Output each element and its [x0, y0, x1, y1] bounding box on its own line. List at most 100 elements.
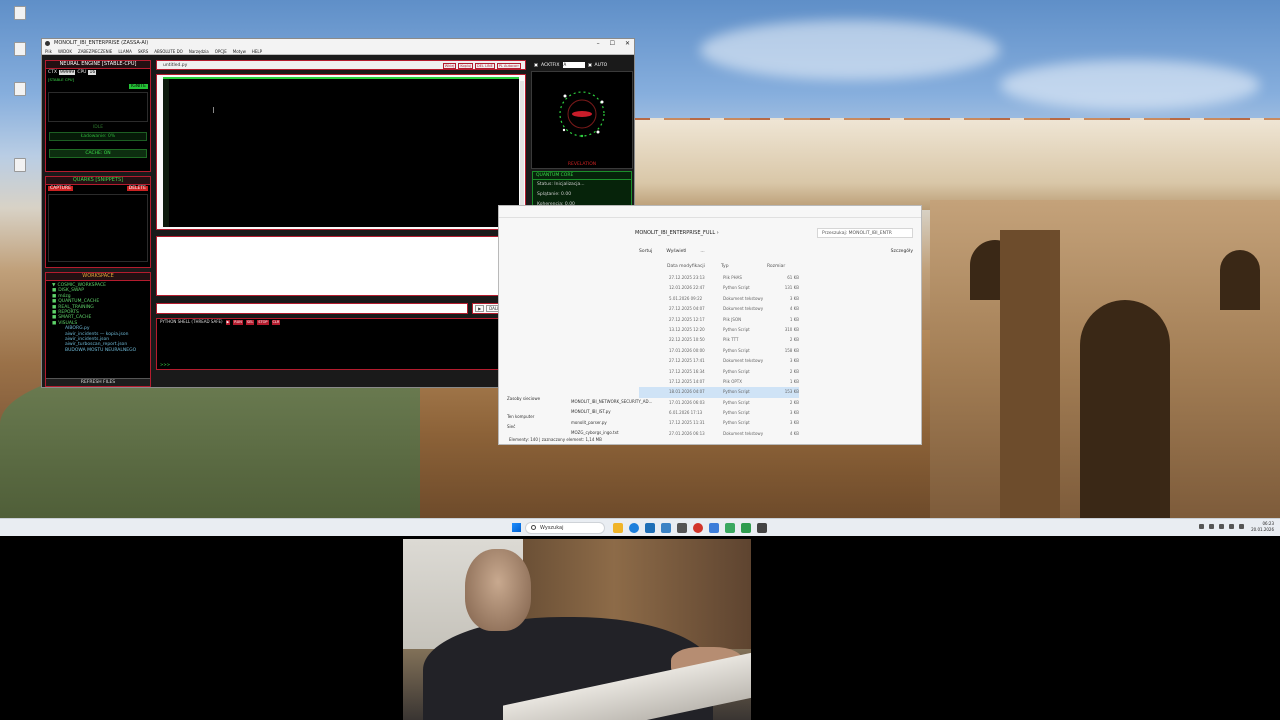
output-area[interactable] [156, 236, 526, 296]
nav-item[interactable]: Ten komputer [507, 412, 540, 422]
code-editor[interactable] [156, 74, 526, 230]
file-row[interactable]: 17.01.2026 06:03 Python Script 2 KB [639, 398, 799, 408]
menu-item[interactable]: ZABEZPIECZENIE [78, 48, 112, 54]
file-name[interactable]: monolit_parser.py [571, 418, 652, 428]
file-size-cell: 3 KB [789, 410, 799, 416]
activefix-field[interactable]: A [562, 62, 585, 68]
edge-taskbar-icon[interactable] [629, 523, 639, 533]
start-button[interactable] [512, 523, 521, 532]
more-button[interactable]: ... [700, 249, 704, 254]
vscode-taskbar-icon[interactable] [709, 523, 719, 533]
desktop-icon[interactable] [5, 6, 35, 22]
copy-button[interactable]: Kopiuj [458, 63, 474, 69]
col-size[interactable]: Rozmiar [767, 264, 797, 269]
file-explorer-taskbar-icon[interactable] [613, 523, 623, 533]
shell-play-button[interactable]: ▶ [225, 319, 231, 325]
file-row[interactable]: 13.12.2025 12:20 Python Script 310 KB [639, 325, 799, 335]
nav-item[interactable]: Zasoby sieciowe [507, 394, 540, 404]
file-row[interactable]: 17.12.2025 16:34 Python Script 2 KB [639, 367, 799, 377]
monolit-taskbar-icon[interactable] [757, 523, 767, 533]
file-row[interactable]: 27.01.2026 06:13 Dokument tekstowy 4 KB [639, 429, 799, 439]
refresh-files-button[interactable]: REFRESH FILES [46, 378, 150, 386]
app-taskbar-icon[interactable] [661, 523, 671, 533]
nav-item[interactable]: Sieć [507, 422, 540, 432]
app-taskbar-icon[interactable] [645, 523, 655, 533]
workspace-item[interactable]: BUDOWA MOSTU NEURALNEGO [49, 348, 147, 353]
file-row[interactable]: 6.01.2026 17:13 Python Script 3 KB [639, 408, 799, 418]
capture-button[interactable]: CAPTURE [48, 186, 73, 191]
cpu-input[interactable]: 16 [88, 70, 97, 75]
command-input[interactable] [156, 302, 469, 314]
address-bar[interactable]: MONOLIT_IBI_ENTERPRISE_FULL › [635, 230, 719, 236]
view-button[interactable]: Wyświetl [666, 249, 686, 254]
desktop-icon[interactable] [5, 42, 35, 58]
tray-app-icon[interactable] [1219, 524, 1224, 529]
minimize-button[interactable]: – [597, 39, 600, 48]
menu-item[interactable]: Motyw [233, 48, 246, 54]
volume-icon[interactable] [1239, 524, 1244, 529]
delete-button[interactable]: DELETE [126, 186, 148, 191]
menu-item[interactable]: SKRS [138, 48, 148, 54]
cache-status[interactable]: CACHE: ON [49, 149, 147, 158]
menu-item[interactable]: Narzędzia [189, 48, 209, 54]
autocorrect-button[interactable]: PL Autocorr [496, 63, 521, 69]
menu-item[interactable]: HELP [252, 48, 262, 54]
snippets-list[interactable] [48, 194, 148, 262]
clock[interactable]: 06:23 20.01.2026 [1251, 521, 1274, 533]
tray-app-icon[interactable] [1209, 524, 1214, 529]
maximize-button[interactable]: ☐ [610, 39, 615, 48]
shell-stop-button[interactable]: STOP [257, 319, 269, 325]
desktop-icon[interactable] [5, 82, 35, 98]
close-button[interactable]: ✕ [625, 39, 630, 48]
details-pane-button[interactable]: Szczegóły [891, 249, 913, 254]
explorer-titlebar[interactable] [499, 206, 921, 218]
play-button[interactable]: ▶ [475, 304, 485, 312]
file-row[interactable]: 27.12.2025 23:13 Plik PHAS 61 KB [639, 273, 799, 283]
explorer-search-input[interactable]: Przeszukaj: MONOLIT_IBI_ENTR [817, 228, 913, 238]
tray-chevron-icon[interactable] [1199, 524, 1204, 529]
ignite-button[interactable]: IGNITE [128, 84, 148, 89]
app-taskbar-icon[interactable] [677, 523, 687, 533]
ctx-input[interactable]: 99999 [58, 70, 76, 75]
chrome-taskbar-icon[interactable] [693, 523, 703, 533]
window-titlebar[interactable]: MONOLIT_IBI_ENTERPRISE (ZASSA-AI) – ☐ ✕ [42, 39, 634, 48]
app-taskbar-icon[interactable] [741, 523, 751, 533]
taskbar-search[interactable]: Wyszukaj [525, 522, 605, 534]
menu-item[interactable]: ABSOLUTE DO [154, 48, 183, 54]
file-row[interactable]: 18.01.2026 04:07 Python Script 153 KB [639, 387, 799, 398]
auto-checkbox[interactable] [587, 63, 592, 67]
menu-item[interactable]: Plik [45, 48, 52, 54]
col-type[interactable]: Typ [721, 264, 767, 269]
code-area[interactable] [163, 77, 519, 227]
file-row[interactable]: 22.12.2025 10:50 Plik TTT 2 KB [639, 335, 799, 345]
file-row[interactable]: 27.12.2025 17:41 Dokument tekstowy 3 KB [639, 356, 799, 366]
editor-tab[interactable]: untitled.py [163, 63, 187, 68]
shell-run-button[interactable]: RUN [233, 319, 243, 325]
shell-select-button[interactable]: SEL [245, 319, 255, 325]
menu-item[interactable]: WIDOK [58, 48, 72, 54]
file-name[interactable]: MONOLIT_IBI_NETWORK_SECURITY_AD... [571, 397, 652, 407]
paste-button[interactable]: Wklej [442, 63, 457, 69]
col-date[interactable]: Data modyfikacji [667, 264, 721, 269]
file-row[interactable]: 17.12.2025 11:31 Python Script 3 KB [639, 418, 799, 428]
file-row[interactable]: 27.12.2025 12:17 Plik JSON 1 KB [639, 315, 799, 325]
sort-button[interactable]: Sortuj [639, 249, 652, 254]
network-icon[interactable] [1229, 524, 1234, 529]
file-row[interactable]: 5.01.2026 09:22 Dokument tekstowy 3 KB [639, 294, 799, 304]
app-taskbar-icon[interactable] [725, 523, 735, 533]
shell-clear-button[interactable]: CLR [271, 319, 281, 325]
activefix-checkbox[interactable] [534, 63, 538, 67]
desktop-icon[interactable] [5, 158, 35, 174]
file-name[interactable]: MONOLIT_IBI_IST.py [571, 407, 652, 417]
editor-scrollbar[interactable] [520, 81, 524, 221]
file-row[interactable]: 12.01.2026 22:47 Python Script 131 KB [639, 283, 799, 293]
delete-line-button[interactable]: DEL LINE [475, 63, 495, 69]
python-shell[interactable]: PYTHON SHELL (THREAD SAFE) ▶ RUN SEL STO… [156, 318, 526, 370]
file-size-cell: 1 KB [789, 316, 799, 322]
revelation-label: REVELATION [567, 162, 597, 167]
menu-item[interactable]: OPCJE [215, 48, 227, 54]
file-row[interactable]: 27.12.2025 04:07 Dokument tekstowy 4 KB [639, 304, 799, 314]
menu-item[interactable]: LLAMA [118, 48, 131, 54]
file-row[interactable]: 17.01.2026 00:00 Python Script 158 KB [639, 346, 799, 356]
file-row[interactable]: 17.12.2025 14:07 Plik OPTX 1 KB [639, 377, 799, 387]
